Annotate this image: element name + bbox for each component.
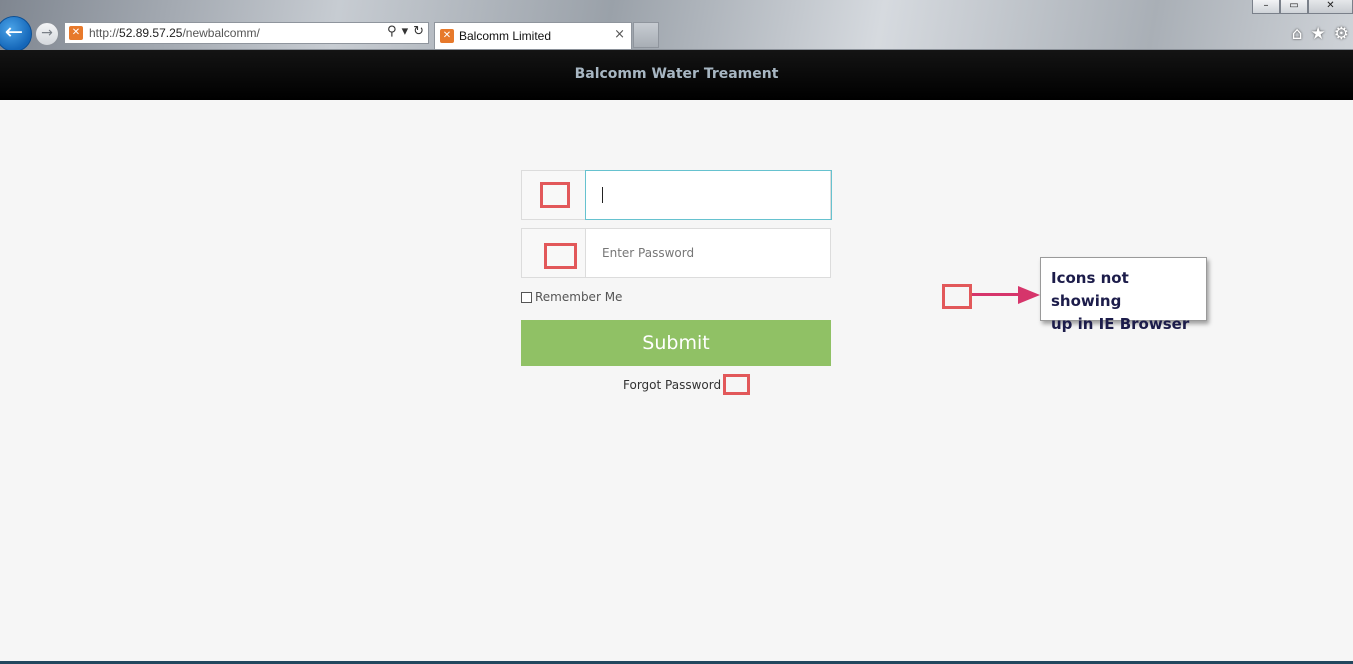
remember-label[interactable]: Remember Me bbox=[535, 290, 622, 304]
password-placeholder: Enter Password bbox=[602, 246, 695, 260]
address-bar-icons: ⚲ ▾ ↻ bbox=[387, 24, 424, 39]
dropdown-arrow-icon[interactable]: ▾ bbox=[402, 24, 409, 39]
tab-favicon-icon: ✕ bbox=[440, 29, 454, 43]
submit-button[interactable]: Submit bbox=[521, 320, 831, 366]
tools-gear-icon[interactable]: ⚙ bbox=[1334, 24, 1349, 44]
forgot-password-link[interactable]: Forgot Password bbox=[623, 378, 721, 392]
site-header: Balcomm Water Treament bbox=[0, 50, 1353, 100]
password-group: Enter Password bbox=[521, 228, 831, 278]
refresh-icon[interactable]: ↻ bbox=[413, 24, 424, 39]
tab-title: Balcomm Limited bbox=[459, 29, 552, 43]
text-caret bbox=[602, 187, 603, 203]
favorites-star-icon[interactable]: ★ bbox=[1311, 24, 1326, 44]
close-window-button[interactable]: ✕ bbox=[1308, 0, 1353, 14]
maximize-button[interactable]: ▭ bbox=[1280, 0, 1308, 14]
forward-arrow-icon[interactable]: → bbox=[35, 22, 59, 46]
url-prefix: http:// bbox=[89, 26, 120, 40]
callout-line-2: up in IE Browser bbox=[1051, 315, 1190, 333]
new-tab-button[interactable] bbox=[633, 22, 659, 48]
callout-line-1: Icons not showing bbox=[1051, 269, 1129, 310]
tab-close-icon[interactable]: × bbox=[614, 27, 625, 42]
address-bar[interactable]: ✕ http://52.89.57.25/newbalcomm/ ⚲ ▾ ↻ bbox=[64, 22, 429, 44]
browser-toolbar-icons: ⌂ ★ ⚙ bbox=[1292, 24, 1349, 44]
password-input[interactable]: Enter Password bbox=[586, 229, 832, 277]
remember-me: Remember Me bbox=[521, 290, 622, 304]
url-host: 52.89.57.25 bbox=[119, 26, 183, 40]
missing-lock-icon bbox=[544, 243, 577, 269]
username-group bbox=[521, 170, 832, 220]
url-text[interactable]: http://52.89.57.25/newbalcomm/ bbox=[89, 26, 260, 40]
window-controls: – ▭ ✕ bbox=[1252, 0, 1353, 14]
username-addon bbox=[522, 171, 586, 219]
search-icon[interactable]: ⚲ bbox=[387, 24, 397, 39]
annotation-arrow-head-icon bbox=[1018, 286, 1040, 304]
site-favicon-icon: ✕ bbox=[69, 26, 83, 40]
site-title: Balcomm Water Treament bbox=[574, 66, 779, 82]
browser-tab[interactable]: ✕ Balcomm Limited × bbox=[434, 22, 632, 49]
missing-forgot-icon bbox=[723, 374, 750, 395]
home-icon[interactable]: ⌂ bbox=[1292, 24, 1303, 44]
annotation-callout: Icons not showing up in IE Browser bbox=[1040, 257, 1207, 333]
remember-checkbox[interactable] bbox=[521, 291, 532, 303]
url-path: /newbalcomm/ bbox=[182, 26, 260, 40]
missing-user-icon bbox=[540, 182, 570, 208]
browser-chrome: – ▭ ✕ ← → ✕ http://52.89.57.25/newbalcom… bbox=[0, 0, 1353, 52]
annotation-arrow-line bbox=[972, 293, 1022, 296]
back-arrow-icon[interactable]: ← bbox=[0, 16, 32, 52]
minimize-button[interactable]: – bbox=[1252, 0, 1280, 14]
username-input[interactable] bbox=[585, 170, 832, 220]
annotation-sample-icon bbox=[942, 284, 972, 309]
password-addon bbox=[522, 229, 586, 277]
